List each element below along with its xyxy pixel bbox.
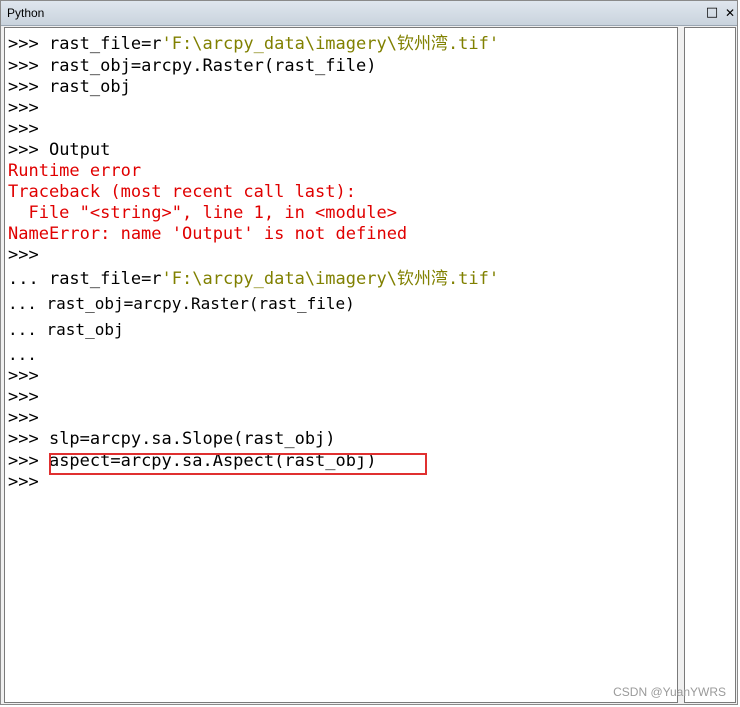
- error-line: Traceback (most recent call last):: [8, 182, 356, 202]
- console-line: ... rast_obj: [8, 320, 124, 339]
- console-line: >>> rast_file=r'F:\arcpy_data\imagery\钦州…: [8, 34, 500, 54]
- error-line: NameError: name 'Output' is not defined: [8, 224, 408, 244]
- maximize-icon[interactable]: □: [705, 6, 719, 20]
- window-title: Python: [7, 6, 45, 20]
- error-line: File "<string>", line 1, in <module>: [8, 203, 397, 223]
- console-line: >>> rast_obj: [8, 77, 131, 97]
- console-line: >>>: [8, 119, 39, 139]
- console-line: >>> slp=arcpy.sa.Slope(rast_obj): [8, 429, 336, 449]
- close-icon[interactable]: ✕: [723, 6, 737, 20]
- title-bar[interactable]: Python □ ✕: [1, 1, 737, 26]
- console-line: >>>: [8, 245, 39, 265]
- console-line: ...: [8, 345, 37, 364]
- python-console[interactable]: >>> rast_file=r'F:\arcpy_data\imagery\钦州…: [4, 27, 678, 703]
- console-input-prompt[interactable]: >>>: [8, 472, 39, 493]
- console-line: >>> rast_obj=arcpy.Raster(rast_file): [8, 56, 377, 76]
- console-line: ... rast_obj=arcpy.Raster(rast_file): [8, 294, 355, 313]
- python-window: Python □ ✕ >>> rast_file=r'F:\arcpy_data…: [0, 0, 738, 705]
- console-line: >>>: [8, 387, 39, 407]
- console-line: >>>: [8, 366, 39, 386]
- console-line: >>>: [8, 408, 39, 428]
- help-pane: [684, 27, 736, 703]
- console-line: >>> Output: [8, 140, 111, 160]
- console-line: ... rast_file=r'F:\arcpy_data\imagery\钦州…: [8, 269, 500, 289]
- error-line: Runtime error: [8, 161, 142, 181]
- console-line: >>>: [8, 98, 39, 118]
- highlight-annotation-box: [49, 453, 427, 475]
- watermark: CSDN @YuanYWRS: [613, 685, 726, 699]
